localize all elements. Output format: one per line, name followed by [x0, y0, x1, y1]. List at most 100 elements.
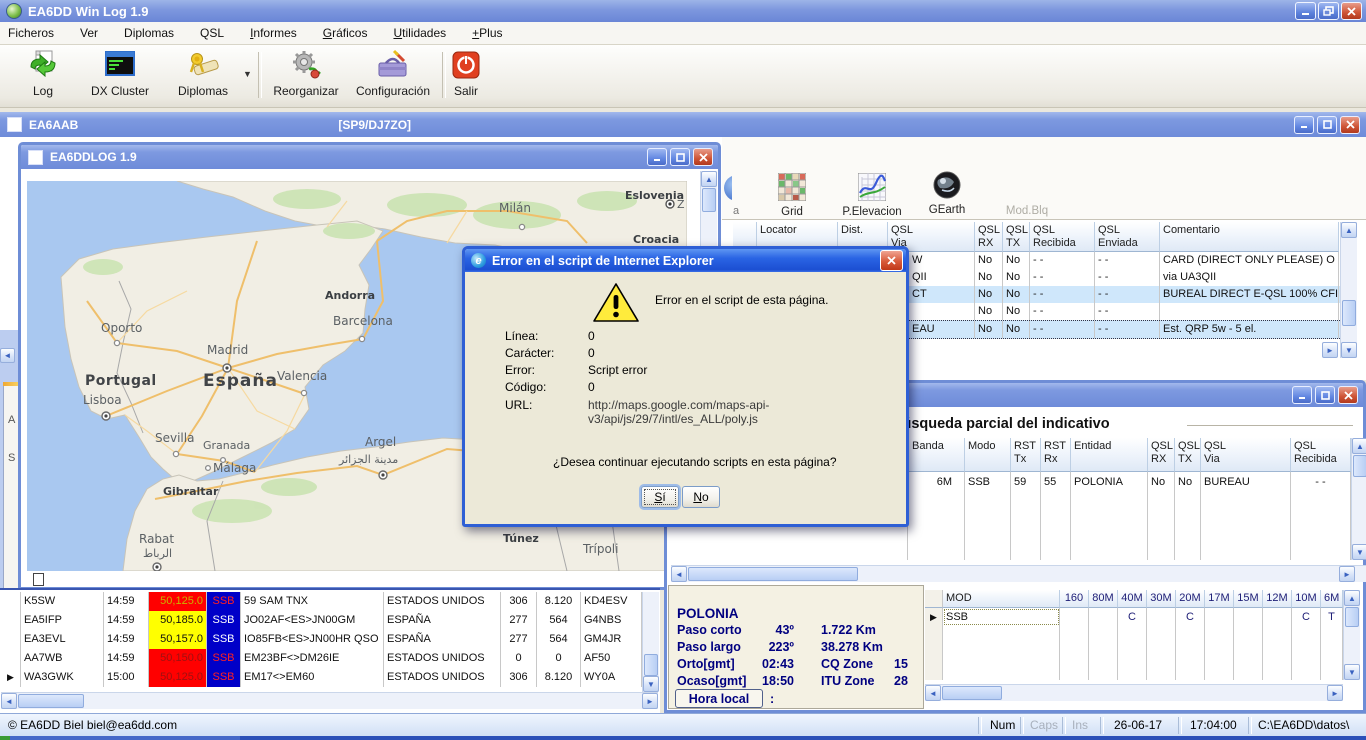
status-ins: Ins	[1072, 718, 1088, 732]
scroll-thumb[interactable]	[942, 686, 1002, 700]
scroll-left-button[interactable]: ◄	[671, 566, 687, 582]
mod-hscrollbar[interactable]: ◄ ►	[925, 684, 1343, 701]
log-window-titlebar[interactable]: EA6AAB [SP9/DJ7ZO]	[0, 112, 1366, 137]
modblq-tool-label: Mod.Blq	[997, 205, 1057, 217]
cell-com: BUREAL DIRECT E-QSL 100% CFI	[1160, 286, 1339, 303]
menu-item-utilidades[interactable]: Utilidades	[393, 26, 446, 40]
scroll-right-button[interactable]: ►	[642, 693, 658, 709]
scroll-down-button[interactable]: ▼	[643, 676, 659, 692]
status-num: Num	[990, 718, 1015, 732]
table-row[interactable]: K5SW14:5950,125.0SSB59 SAM TNXESTADOS UN…	[1, 592, 642, 611]
menu-item-ficheros[interactable]: Ficheros	[8, 26, 54, 40]
table-row[interactable]	[671, 538, 1351, 560]
qso-table-vscrollbar[interactable]: ▲ ▼	[1340, 222, 1357, 358]
table-row[interactable]: AA7WB14:5950,150.0SSBEM23BF<>DM26IEESTAD…	[1, 649, 642, 668]
minimize-button[interactable]	[1292, 386, 1312, 404]
scroll-up-button[interactable]: ▲	[701, 171, 717, 187]
dx-cluster-button[interactable]: DX Cluster	[86, 49, 154, 103]
scroll-thumb[interactable]	[644, 654, 658, 676]
cell-qrx	[1148, 516, 1175, 538]
maximize-button[interactable]	[1315, 386, 1335, 404]
dialog-titlebar[interactable]: e Error en el script de Internet Explore…	[465, 249, 906, 272]
minimize-button[interactable]	[1295, 2, 1316, 20]
cluster-vscrollbar[interactable]: ▼	[642, 592, 659, 692]
restore-button[interactable]	[1318, 2, 1339, 20]
scroll-right-button[interactable]: ►	[1327, 685, 1343, 701]
search-table-vscrollbar[interactable]: ▲ ▼	[1351, 438, 1366, 560]
map-label: Oporto	[101, 321, 142, 335]
scroll-thumb[interactable]	[702, 188, 716, 212]
cell-sel	[925, 644, 943, 662]
qso-table-hscroll-right[interactable]: ►	[1322, 342, 1338, 358]
close-button[interactable]	[1340, 116, 1360, 134]
maximize-button[interactable]	[1317, 116, 1337, 134]
info-value: 43º	[754, 623, 794, 637]
table-row[interactable]: ▶WA3GWK15:0050,125.0SSBEM17<>EM60ESTADOS…	[1, 668, 642, 687]
close-button[interactable]	[693, 148, 713, 166]
cell-qrec	[1291, 538, 1351, 560]
reorganizar-button[interactable]: Reorganizar	[266, 49, 346, 103]
map-window-titlebar[interactable]: EA6DDLOG 1.9	[21, 145, 718, 169]
cell-sel	[1, 611, 21, 630]
fragment-letter: A	[8, 414, 15, 426]
close-button[interactable]	[1338, 386, 1358, 404]
cell-c0	[671, 538, 908, 560]
scroll-thumb[interactable]	[1345, 607, 1359, 627]
menu-item-grficos[interactable]: Gráficos	[323, 26, 368, 40]
mod-table-header[interactable]: MOD 160 80M 40M 30M 20M 17M 15M 12M 10M …	[925, 590, 1343, 608]
table-row[interactable]	[925, 662, 1343, 680]
scroll-right-button[interactable]: ►	[1339, 566, 1355, 582]
scroll-thumb[interactable]	[688, 567, 858, 581]
minimize-button[interactable]	[647, 148, 667, 166]
minimize-button[interactable]	[1294, 116, 1314, 134]
table-row[interactable]: ▶SSBCCCT	[925, 608, 1343, 626]
scroll-up-button[interactable]: ▲	[1344, 590, 1360, 606]
yes-button[interactable]: Sí	[641, 486, 679, 508]
diplomas-dropdown-arrow[interactable]: ▼	[243, 69, 252, 79]
log-button[interactable]: Log	[14, 49, 72, 103]
menu-item-qsl[interactable]: QSL	[200, 26, 224, 40]
scroll-up-button[interactable]: ▲	[1341, 222, 1357, 238]
cluster-hscrollbar[interactable]: ◄ ►	[1, 692, 658, 709]
maximize-button[interactable]	[670, 148, 690, 166]
table-row[interactable]: EA5IFP14:5950,185.0SSBJO02AF<ES>JN00GMES…	[1, 611, 642, 630]
cell-b6	[1321, 662, 1343, 680]
salir-button[interactable]: Salir	[446, 49, 486, 103]
diplomas-button[interactable]: Diplomas	[168, 49, 238, 103]
scroll-down-button[interactable]: ▼	[1352, 544, 1366, 560]
pelevacion-tool-button[interactable]: P.Elevacion	[832, 173, 912, 218]
dialog-close-button[interactable]	[880, 250, 903, 271]
close-button[interactable]	[1341, 2, 1362, 20]
search-hscrollbar[interactable]: ◄ ►	[671, 565, 1366, 582]
scroll-left-button[interactable]: ◄	[0, 348, 15, 363]
menu-item-plus[interactable]: +Plus	[472, 26, 502, 40]
cell-spot: G4NBS	[581, 611, 642, 630]
menu-item-diplomas[interactable]: Diplomas	[124, 26, 174, 40]
configuracion-button[interactable]: Configuración	[350, 49, 436, 103]
menu-item-informes[interactable]: Informes	[250, 26, 297, 40]
cell-b17	[1205, 662, 1234, 680]
hora-local-button[interactable]: Hora local	[675, 689, 763, 708]
scroll-down-button[interactable]: ▼	[1344, 664, 1360, 680]
scroll-down-button[interactable]: ▼	[1341, 342, 1357, 358]
cell-mode: SSB	[207, 649, 241, 668]
table-row[interactable]	[925, 644, 1343, 662]
table-row[interactable]	[925, 626, 1343, 644]
scroll-up-button[interactable]: ▲	[1352, 438, 1366, 454]
cell-b160	[1060, 644, 1089, 662]
map-label: Sevilla	[155, 431, 194, 445]
no-button[interactable]: No	[682, 486, 720, 508]
cell-rstrx: 55	[1041, 472, 1071, 494]
scroll-thumb[interactable]	[18, 694, 84, 708]
scroll-thumb[interactable]	[1353, 455, 1366, 477]
gearth-tool-button[interactable]: GEarth	[917, 170, 977, 216]
scroll-left-button[interactable]: ◄	[925, 685, 941, 701]
mod-table-vscrollbar[interactable]: ▲ ▼	[1343, 590, 1360, 680]
table-row[interactable]: EA3EVL14:5950,157.0SSBIO85FB<ES>JN00HR Q…	[1, 630, 642, 649]
grid-tool-button[interactable]: Grid	[762, 173, 822, 218]
grid-icon	[778, 173, 806, 201]
scroll-left-button[interactable]: ◄	[1, 693, 17, 709]
scroll-thumb[interactable]	[1342, 300, 1356, 326]
cell-n1: 0	[501, 649, 537, 668]
menu-item-ver[interactable]: Ver	[80, 26, 98, 40]
